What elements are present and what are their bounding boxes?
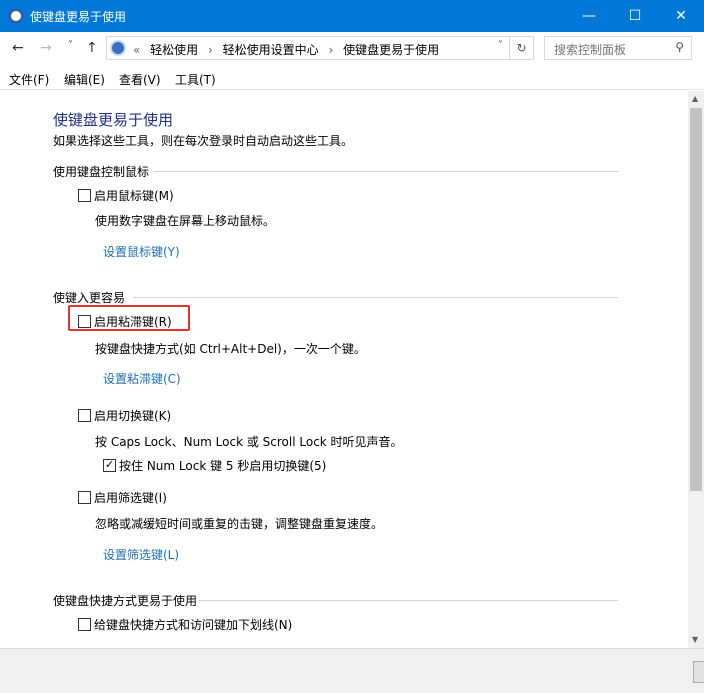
up-button[interactable]: ↑ (86, 40, 98, 56)
menu-bar: 文件(F) 编辑(E) 查看(V) 工具(T) (0, 66, 704, 90)
scroll-down-arrow-icon[interactable]: ▼ (692, 635, 698, 644)
search-input[interactable]: 搜索控制面板 ⚲ (544, 36, 692, 60)
close-button[interactable]: ✕ (658, 0, 704, 32)
breadcrumb-separator[interactable]: › (208, 43, 213, 57)
mouse-keys-label[interactable]: 启用鼠标键(M) (94, 187, 174, 204)
setup-sticky-keys-link[interactable]: 设置粘滞键(C) (103, 370, 181, 387)
filter-keys-checkbox[interactable] (78, 491, 91, 504)
filter-keys-label[interactable]: 启用筛选键(I) (94, 489, 167, 506)
setup-mouse-keys-link[interactable]: 设置鼠标键(Y) (103, 243, 180, 260)
bottom-button-bar (0, 648, 704, 693)
toggle-keys-checkbox[interactable] (78, 409, 91, 422)
sticky-keys-description: 按键盘快捷方式(如 Ctrl+Alt+Del)，一次一个键。 (95, 342, 366, 356)
refresh-icon[interactable]: ↻ (509, 37, 533, 59)
maximize-button[interactable]: ☐ (612, 0, 658, 32)
divider (154, 171, 618, 172)
section-header-mouse: 使用键盘控制鼠标 (53, 165, 150, 179)
vertical-scrollbar[interactable]: ▲ ▼ (688, 91, 704, 648)
address-dropdown-icon[interactable]: ˅ (498, 40, 503, 51)
ease-of-access-icon (8, 8, 24, 24)
title-bar: 使键盘更易于使用 — ☐ ✕ (0, 0, 704, 32)
scrollbar-thumb[interactable] (690, 108, 702, 491)
section-header-typing: 使键入更容易 (53, 291, 126, 305)
search-icon[interactable]: ⚲ (675, 40, 684, 54)
toggle-keys-description: 按 Caps Lock、Num Lock 或 Scroll Lock 时听见声音… (95, 435, 403, 449)
mouse-keys-description: 使用数字键盘在屏幕上移动鼠标。 (95, 214, 276, 228)
num-lock-toggle-label[interactable]: 按住 Num Lock 键 5 秒启用切换键(5) (119, 457, 326, 474)
search-placeholder: 搜索控制面板 (554, 43, 627, 57)
back-button[interactable]: ← (12, 40, 24, 56)
ok-button[interactable] (693, 661, 704, 683)
menu-file[interactable]: 文件(F) (9, 71, 49, 88)
overflow-chevron[interactable]: « (133, 43, 140, 57)
num-lock-toggle-checkbox[interactable]: ✓ (103, 459, 116, 472)
menu-view[interactable]: 查看(V) (119, 71, 161, 88)
divider (198, 600, 618, 601)
breadcrumb-item[interactable]: 使键盘更易于使用 (343, 43, 439, 57)
section-header-shortcuts: 使键盘快捷方式更易于使用 (53, 594, 198, 608)
breadcrumb-separator[interactable]: › (329, 43, 334, 57)
forward-button[interactable]: → (40, 40, 52, 56)
scroll-up-arrow-icon[interactable]: ▲ (692, 94, 698, 103)
setup-filter-keys-link[interactable]: 设置筛选键(L) (103, 546, 179, 563)
window-title: 使键盘更易于使用 (30, 10, 127, 24)
breadcrumb-item[interactable]: 轻松使用设置中心 (223, 43, 319, 57)
mouse-keys-checkbox[interactable] (78, 189, 91, 202)
content-pane: 使键盘更易于使用 如果选择这些工具，则在每次登录时自动启动这些工具。 使用键盘控… (0, 91, 688, 648)
menu-tools[interactable]: 工具(T) (175, 71, 216, 88)
sticky-keys-checkbox[interactable] (78, 315, 91, 328)
underline-shortcuts-checkbox[interactable] (78, 618, 91, 631)
address-bar[interactable]: « 轻松使用 › 轻松使用设置中心 › 使键盘更易于使用 ˅ ↻ (106, 36, 534, 60)
toggle-keys-label[interactable]: 启用切换键(K) (94, 407, 171, 424)
filter-keys-description: 忽略或减缓短时间或重复的击键，调整键盘重复速度。 (95, 517, 384, 531)
underline-shortcuts-label[interactable]: 给键盘快捷方式和访问键加下划线(N) (94, 616, 292, 633)
control-panel-icon (110, 40, 126, 56)
minimize-button[interactable]: — (566, 0, 612, 32)
divider (133, 297, 618, 298)
sticky-keys-label[interactable]: 启用粘滞键(R) (94, 313, 172, 330)
page-title: 使键盘更易于使用 (53, 111, 174, 129)
recent-locations-button[interactable]: ˅ (68, 40, 73, 51)
menu-edit[interactable]: 编辑(E) (64, 71, 105, 88)
breadcrumb-item[interactable]: 轻松使用 (150, 43, 198, 57)
page-subtitle: 如果选择这些工具，则在每次登录时自动启动这些工具。 (53, 134, 354, 148)
